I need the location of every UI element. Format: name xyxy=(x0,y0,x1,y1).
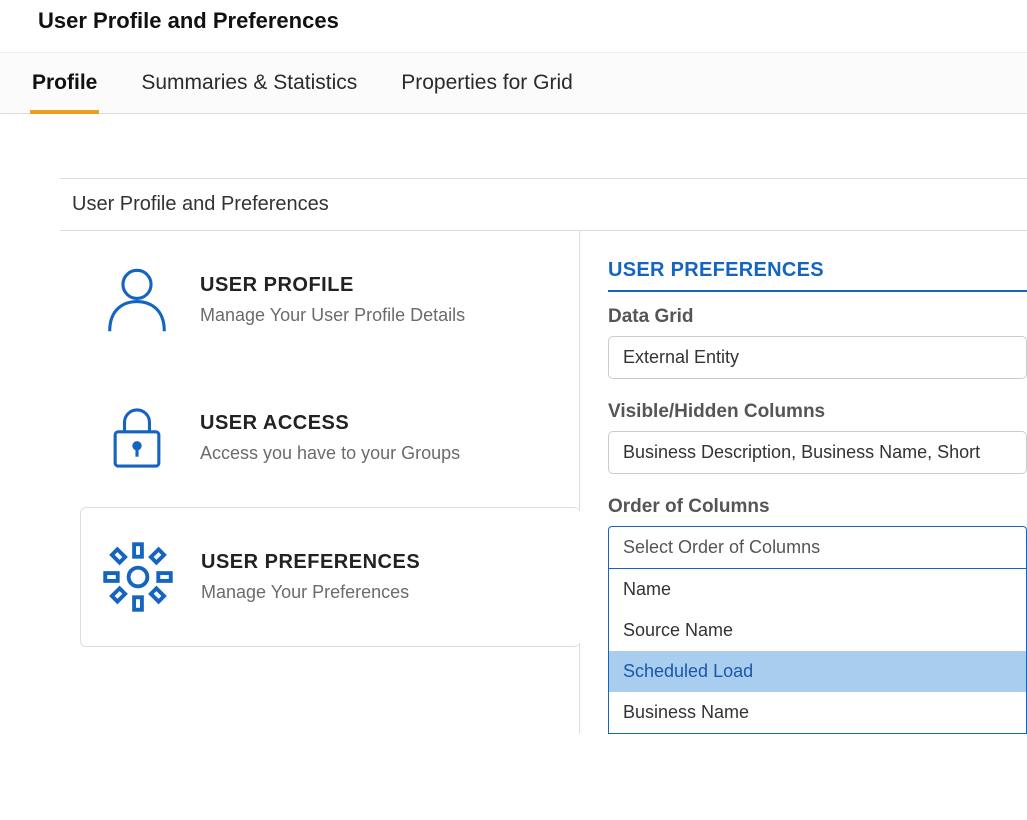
left-nav: USER PROFILE Manage Your User Profile De… xyxy=(60,231,580,734)
tab-properties-grid[interactable]: Properties for Grid xyxy=(399,53,575,113)
nav-subtitle: Manage Your Preferences xyxy=(201,582,420,603)
preferences-panel: USER PREFERENCES Data Grid External Enti… xyxy=(580,231,1027,734)
order-columns-list: Name Source Name Scheduled Load Business… xyxy=(608,569,1027,734)
nav-subtitle: Access you have to your Groups xyxy=(200,443,460,464)
visible-columns-select[interactable]: Business Description, Business Name, Sho… xyxy=(608,431,1027,474)
panel-title: USER PREFERENCES xyxy=(608,259,1027,292)
tab-summaries[interactable]: Summaries & Statistics xyxy=(139,53,359,113)
data-grid-label: Data Grid xyxy=(608,306,1027,328)
gear-icon xyxy=(99,538,177,616)
page-title: User Profile and Preferences xyxy=(0,0,1027,52)
order-columns-label: Order of Columns xyxy=(608,496,1027,518)
tab-bar: Profile Summaries & Statistics Propertie… xyxy=(0,52,1027,114)
nav-user-profile[interactable]: USER PROFILE Manage Your User Profile De… xyxy=(60,231,579,369)
order-option-business-name[interactable]: Business Name xyxy=(609,692,1026,733)
nav-title: USER PREFERENCES xyxy=(201,551,420,574)
user-icon xyxy=(98,261,176,339)
order-option-scheduled-load[interactable]: Scheduled Load xyxy=(609,651,1026,692)
nav-subtitle: Manage Your User Profile Details xyxy=(200,305,465,326)
nav-title: USER PROFILE xyxy=(200,274,465,297)
order-option-name[interactable]: Name xyxy=(609,569,1026,610)
visible-columns-label: Visible/Hidden Columns xyxy=(608,401,1027,423)
lock-icon xyxy=(98,399,176,477)
nav-title: USER ACCESS xyxy=(200,412,460,435)
section-header: User Profile and Preferences xyxy=(60,178,1027,231)
data-grid-select[interactable]: External Entity xyxy=(608,336,1027,379)
order-columns-input[interactable]: Select Order of Columns xyxy=(608,526,1027,569)
nav-user-preferences[interactable]: USER PREFERENCES Manage Your Preferences xyxy=(80,507,580,647)
nav-user-access[interactable]: USER ACCESS Access you have to your Grou… xyxy=(60,369,579,507)
tab-profile[interactable]: Profile xyxy=(30,53,99,113)
order-option-source-name[interactable]: Source Name xyxy=(609,610,1026,651)
order-columns-dropdown[interactable]: Select Order of Columns Name Source Name… xyxy=(608,526,1027,734)
